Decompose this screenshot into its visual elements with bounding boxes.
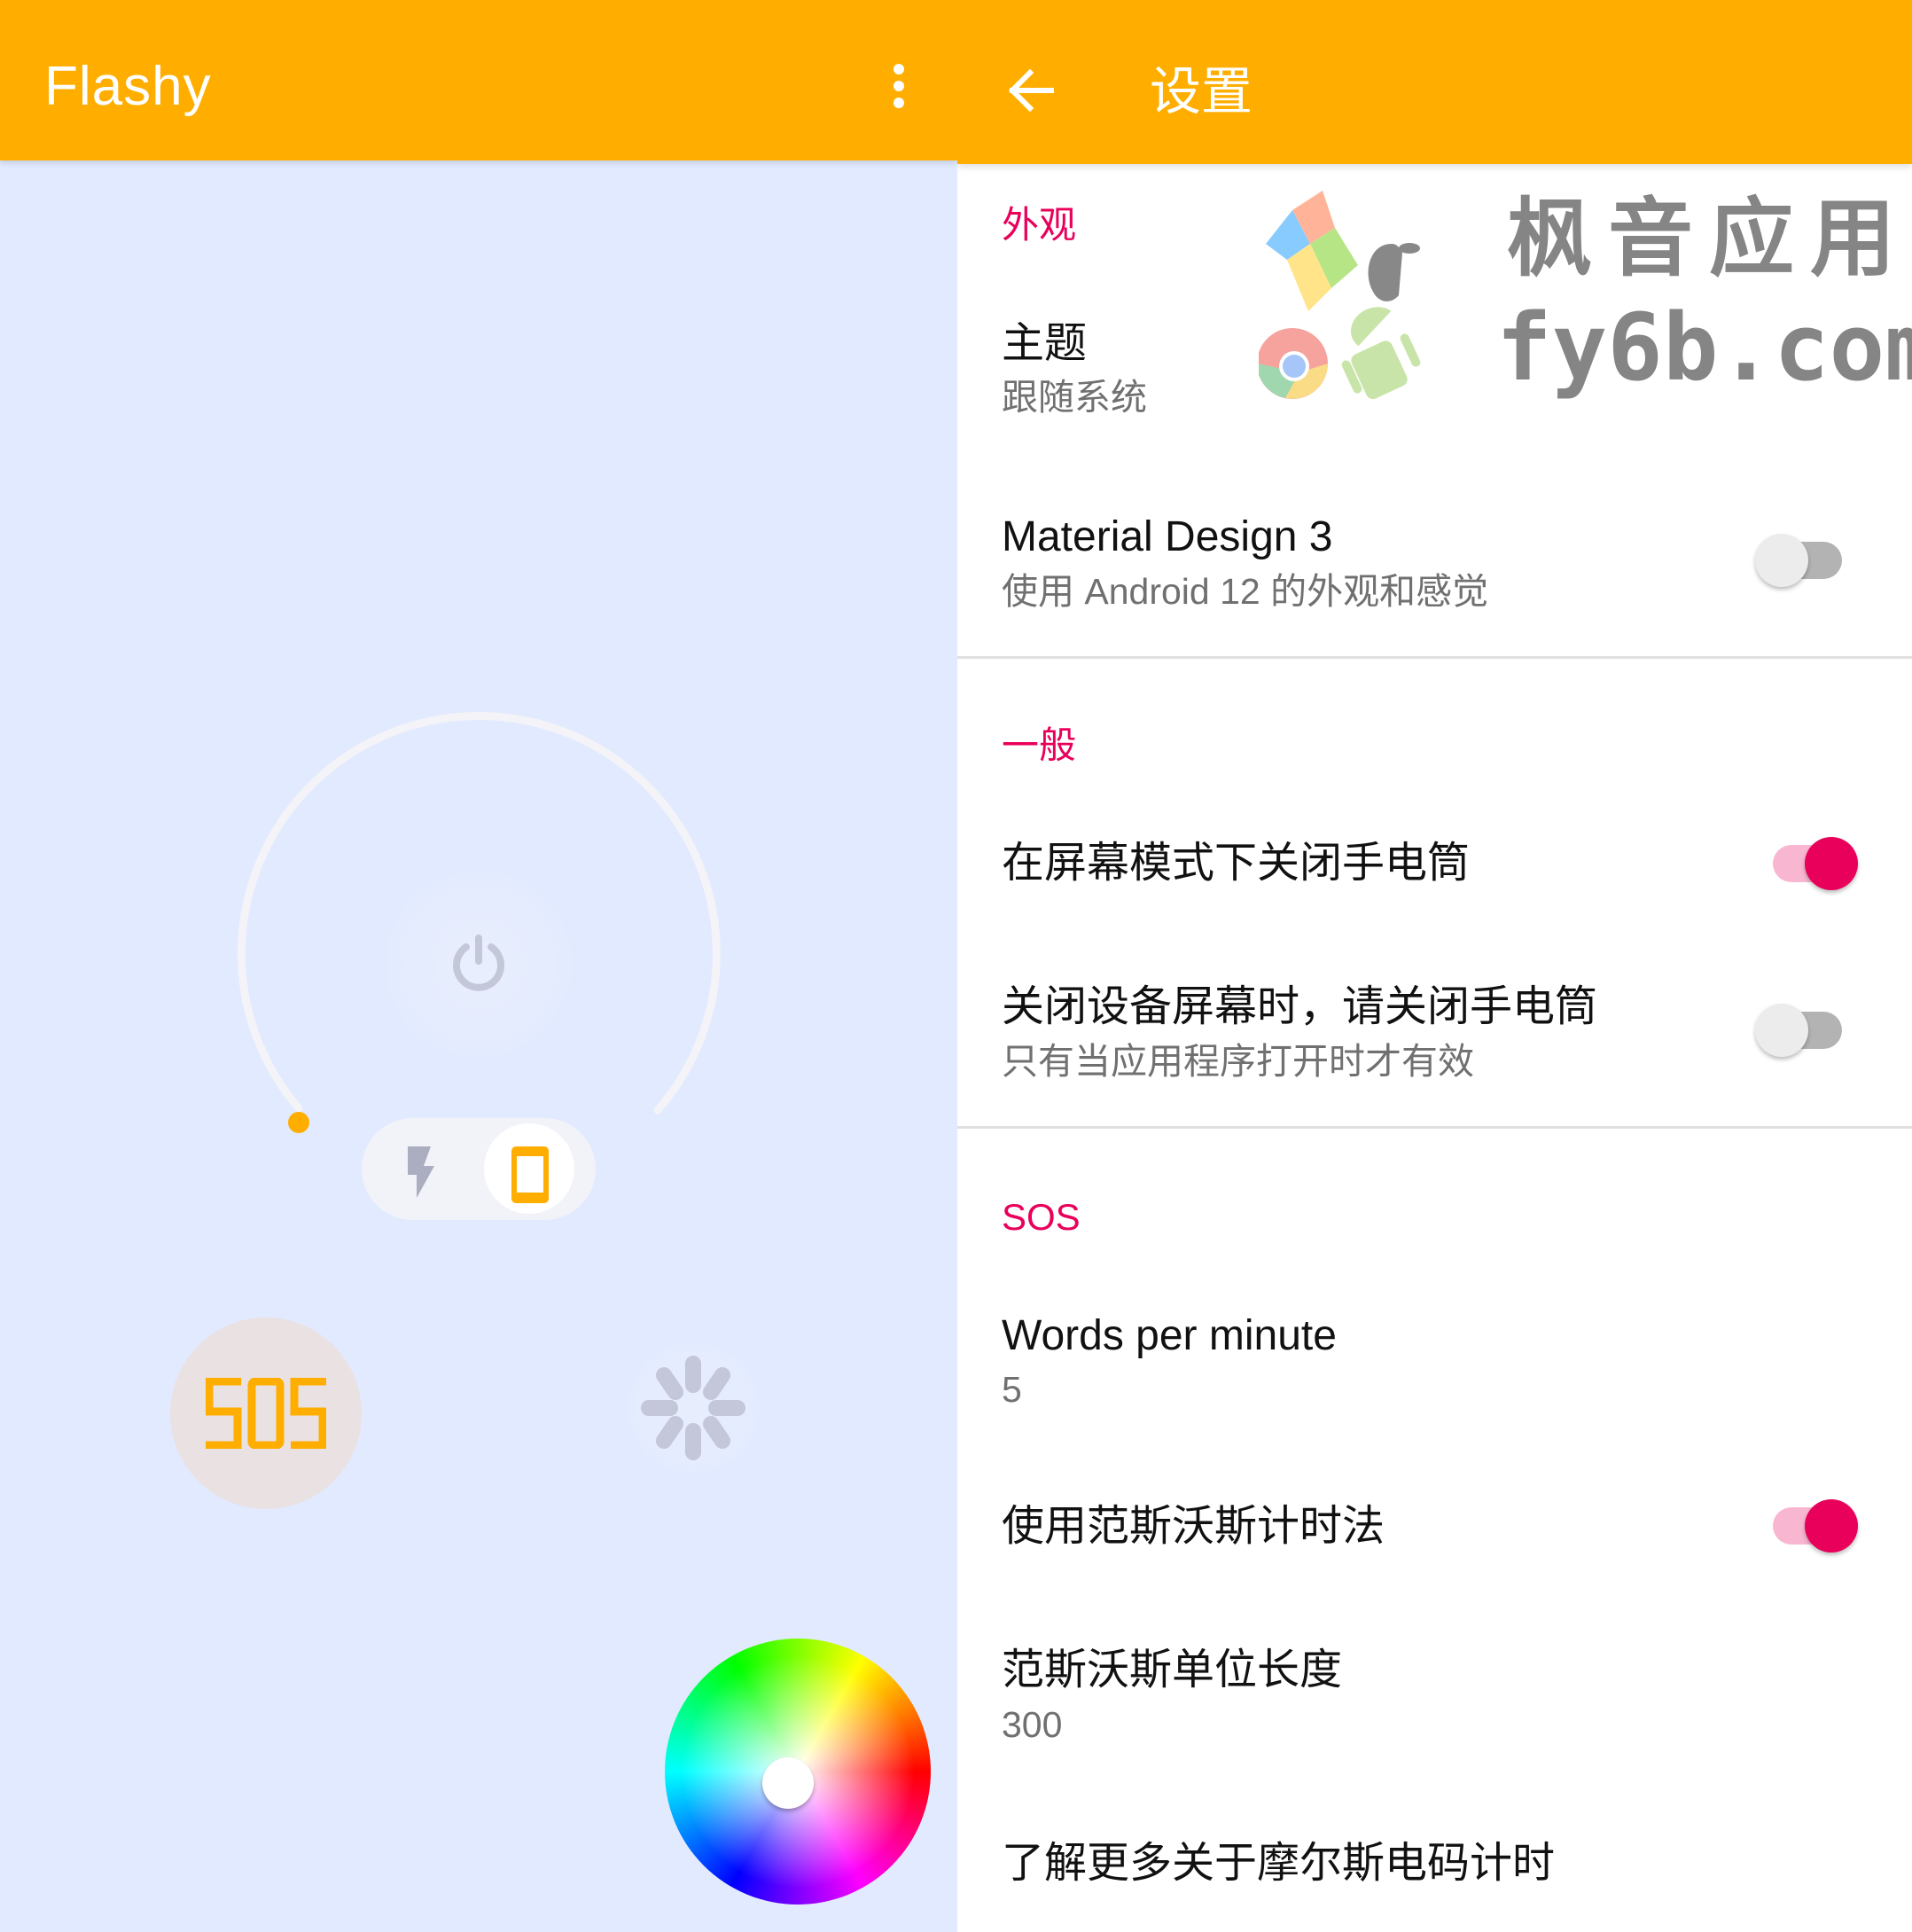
close-flashlight-screen-mode-toggle[interactable] [1773, 835, 1861, 892]
main-screen: Flashy [0, 0, 957, 1932]
toggle-thumb [1755, 1004, 1808, 1057]
app-bar: Flashy [0, 0, 957, 160]
close-flashlight-screen-off-toggle[interactable] [1755, 1002, 1844, 1059]
farnsworth-timing-toggle[interactable] [1773, 1498, 1861, 1554]
screen-mode-option[interactable] [484, 1123, 574, 1214]
pref-farnsworth-unit-length[interactable]: 范斯沃斯单位长度 300 [957, 1623, 1912, 1764]
strobe-button[interactable] [628, 1342, 759, 1474]
watermark-title: 枫音应用 [1507, 192, 1911, 286]
pref-learn-morse-timing[interactable]: 了解更多关于摩尔斯电码计时 [957, 1809, 1912, 1924]
arrow-back-icon [1008, 68, 1054, 113]
material-design-3-toggle[interactable] [1755, 532, 1844, 589]
pref-farnsworth-timing[interactable]: 使用范斯沃斯计时法 [957, 1472, 1912, 1587]
app-title: Flashy [44, 56, 212, 117]
settings-app-bar: 设置 [957, 0, 1912, 164]
section-header-sos: SOS [1002, 1196, 1081, 1238]
spinner-icon [641, 1356, 745, 1460]
toggle-thumb [1755, 534, 1808, 587]
pref-title: Words per minute [1002, 1312, 1337, 1359]
sos-label [206, 1378, 326, 1449]
more-vert-icon[interactable] [878, 53, 920, 121]
section-divider [957, 1126, 1912, 1129]
pref-title: 关闭设备屏幕时，请关闭手电筒 [1002, 983, 1598, 1030]
pref-title: Material Design 3 [1002, 513, 1333, 560]
pref-close-flashlight-screen-mode[interactable]: 在屏幕模式下关闭手电筒 [957, 807, 1912, 922]
pref-summary: 5 [1002, 1369, 1022, 1410]
sos-button[interactable] [170, 1318, 362, 1509]
pref-theme[interactable]: 主题 跟随系统 [957, 293, 1912, 426]
back-button[interactable] [993, 55, 1064, 126]
mode-switch [362, 1118, 596, 1220]
pref-material-design-3[interactable]: Material Design 3 使用 Android 12 的外观和感觉 [957, 488, 1912, 621]
section-header-general: 一般 [1002, 724, 1077, 766]
pref-title: 使用范斯沃斯计时法 [1002, 1503, 1385, 1550]
pref-words-per-minute[interactable]: Words per minute 5 [957, 1286, 1912, 1427]
power-icon [453, 935, 504, 991]
pref-title: 在屏幕模式下关闭手电筒 [1002, 840, 1471, 887]
section-header-appearance: 外观 [1002, 204, 1077, 246]
power-button[interactable] [386, 871, 572, 1057]
flash-icon [408, 1146, 434, 1198]
section-divider [957, 656, 1912, 659]
pref-summary: 使用 Android 12 的外观和感觉 [1002, 571, 1489, 612]
pref-title: 了解更多关于摩尔斯电码计时 [1002, 1840, 1556, 1887]
phone-screen-icon [511, 1146, 549, 1203]
pref-title: 主题 [1002, 320, 1088, 367]
pref-title: 范斯沃斯单位长度 [1002, 1647, 1343, 1693]
settings-screen: 设置 外观 主题 跟随系统 Material Design 3 使用 Andro… [957, 0, 1912, 1932]
color-wheel-knob[interactable] [762, 1757, 814, 1809]
pref-summary: 300 [1002, 1704, 1063, 1745]
settings-title: 设置 [1150, 63, 1253, 121]
toggle-thumb [1805, 837, 1858, 890]
brightness-dial-handle [288, 1112, 309, 1133]
pref-close-flashlight-screen-off[interactable]: 关闭设备屏幕时，请关闭手电筒 只有当应用程序打开时才有效 [957, 958, 1912, 1099]
toggle-thumb [1805, 1499, 1858, 1553]
pref-summary: 只有当应用程序打开时才有效 [1002, 1041, 1474, 1082]
flashlight-mode-option[interactable] [376, 1123, 466, 1214]
pref-summary: 跟随系统 [1002, 377, 1147, 418]
